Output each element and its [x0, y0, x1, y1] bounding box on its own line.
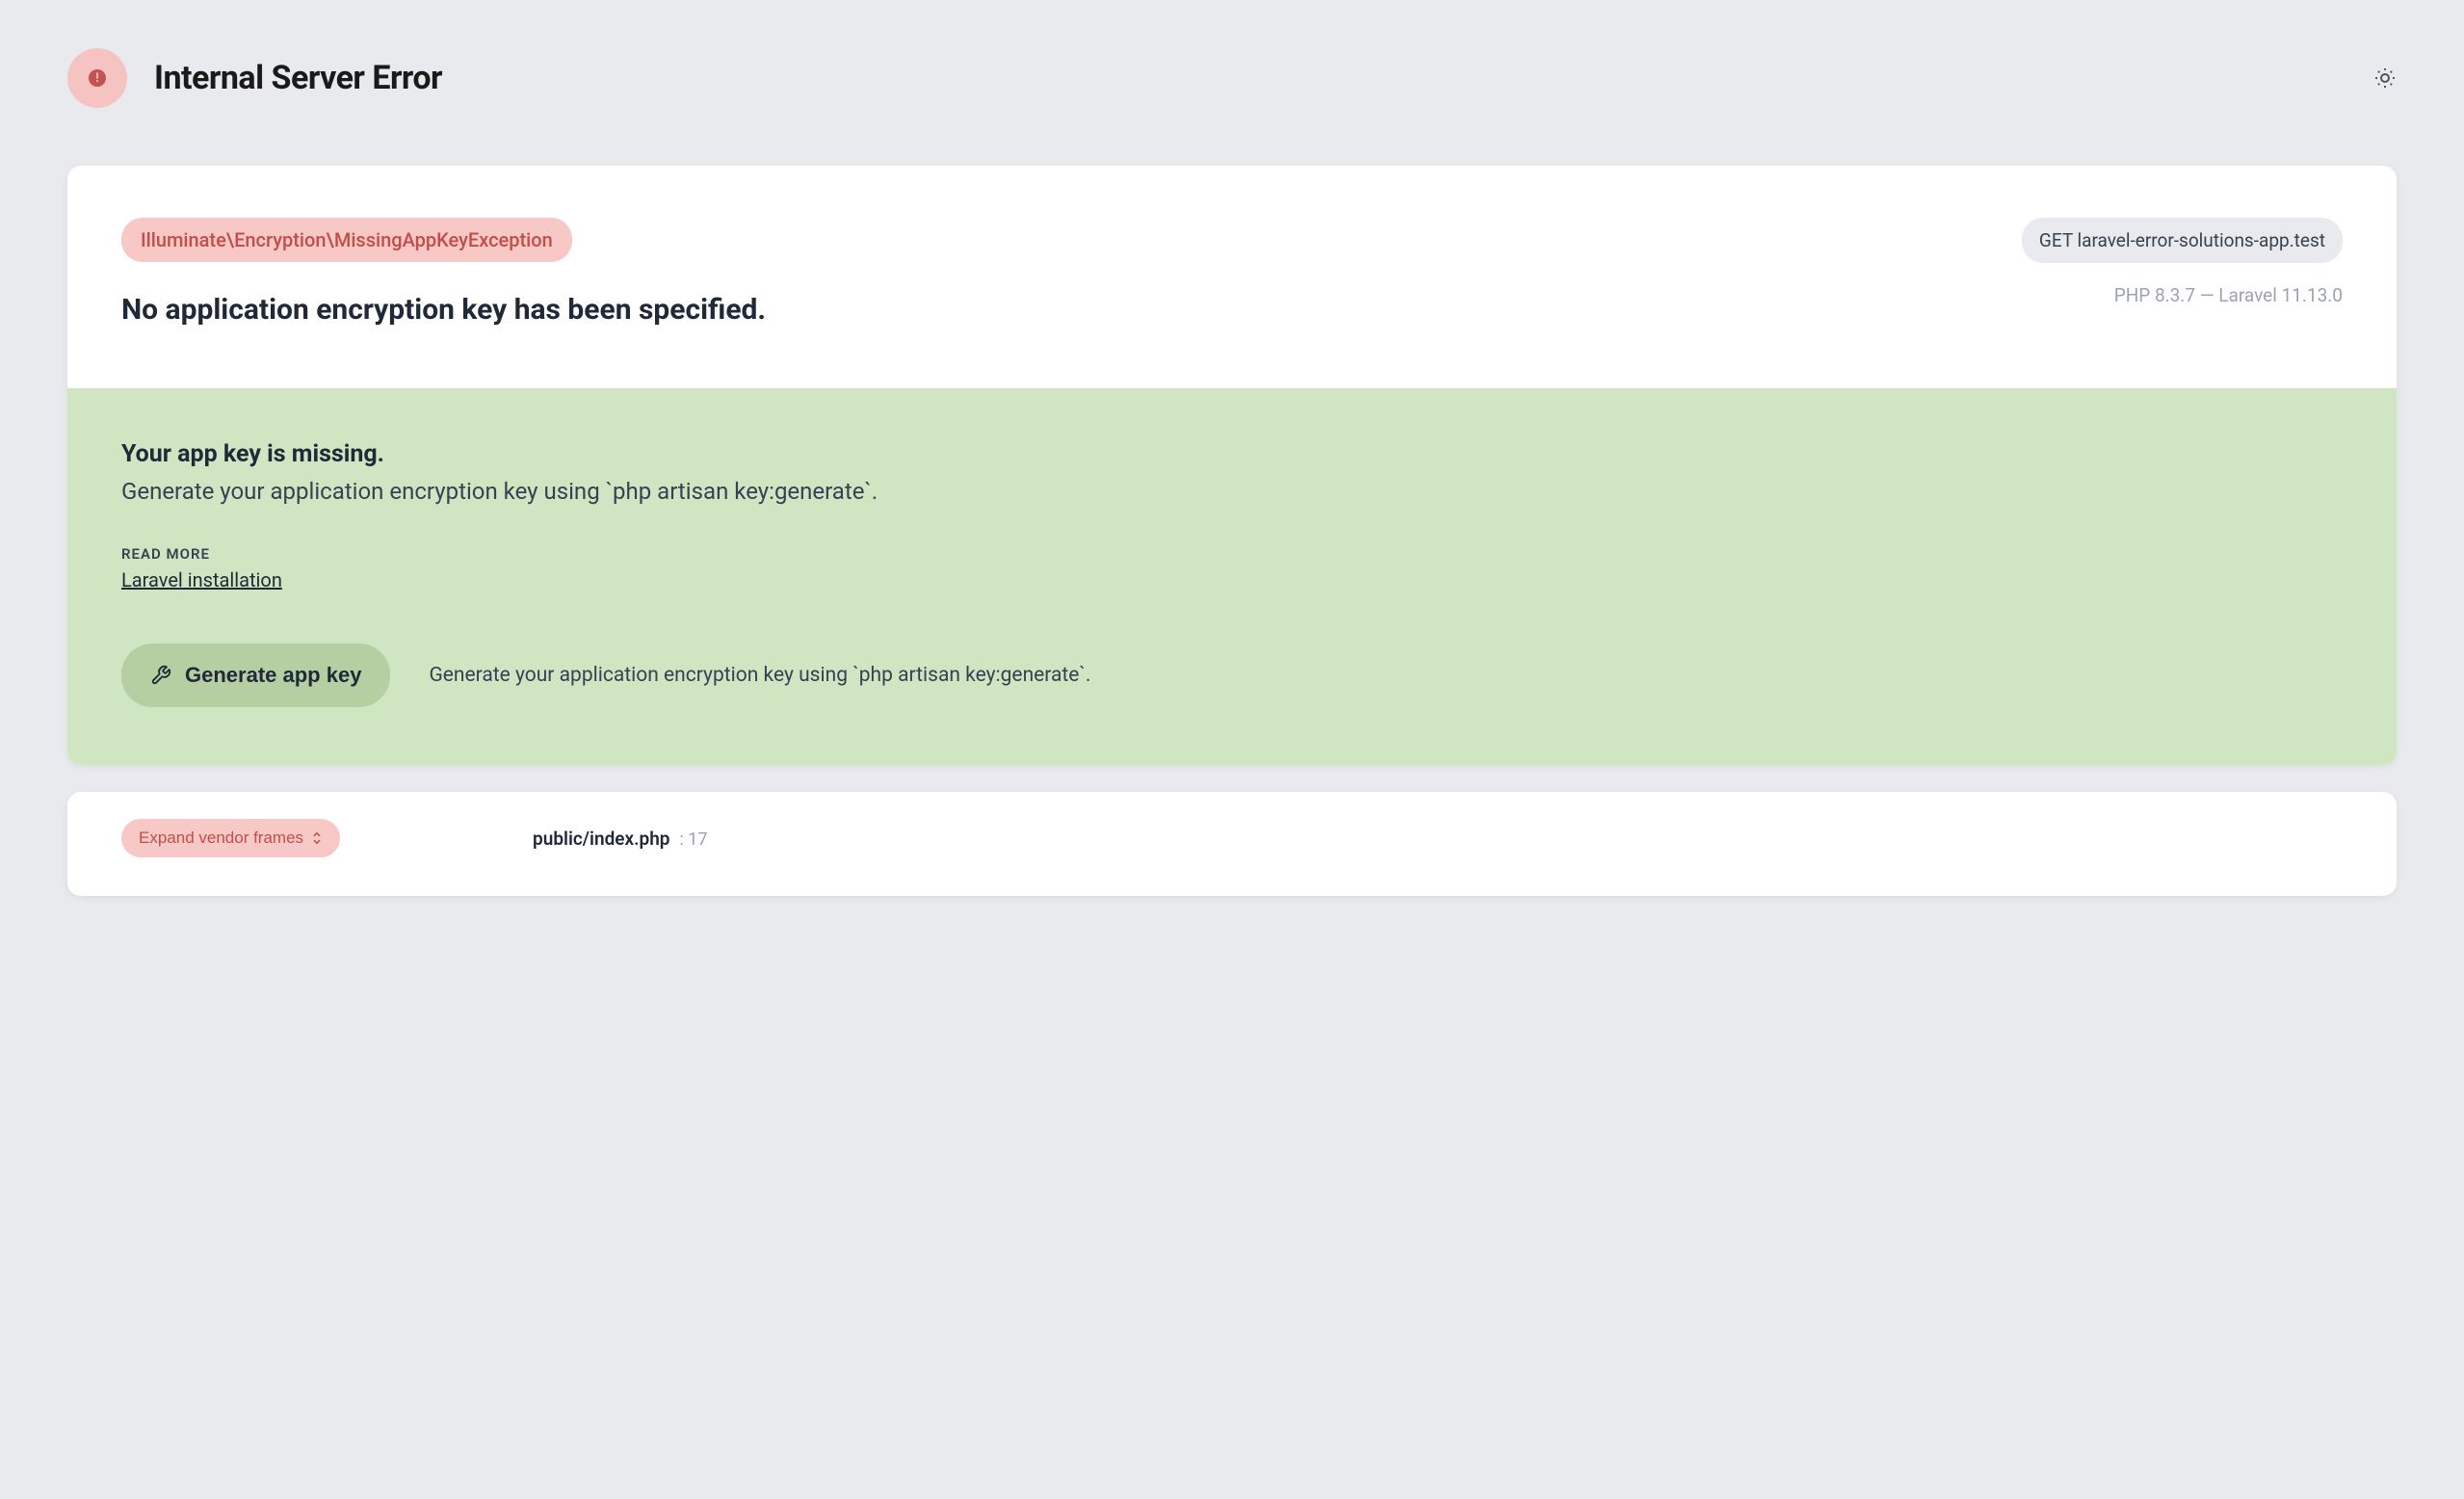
stack-trace-card: Expand vendor frames public/index.php : … [67, 792, 2397, 896]
wrench-icon [150, 665, 171, 686]
main-error-card: Illuminate\Encryption\MissingAppKeyExcep… [67, 166, 2397, 765]
error-icon [67, 48, 127, 108]
read-more-label: READ MORE [121, 545, 2343, 563]
read-more-link[interactable]: Laravel installation [121, 568, 282, 592]
solution-action-row: Generate app key Generate your applicati… [121, 644, 2343, 707]
action-description: Generate your application encryption key… [429, 664, 1090, 687]
solution-title: Your app key is missing. [121, 440, 2343, 468]
theme-toggle-button[interactable] [2373, 66, 2397, 90]
generate-app-key-button[interactable]: Generate app key [121, 644, 390, 707]
exception-class-badge: Illuminate\Encryption\MissingAppKeyExcep… [121, 218, 572, 262]
page-title: Internal Server Error [154, 59, 442, 97]
version-info: PHP 8.3.7 — Laravel 11.13.0 [2114, 284, 2343, 306]
chevron-up-down-icon [311, 831, 323, 845]
solution-panel: Your app key is missing. Generate your a… [67, 388, 2397, 765]
sun-icon [2373, 66, 2397, 90]
expand-vendor-frames-button[interactable]: Expand vendor frames [121, 819, 340, 857]
request-badge: GET laravel-error-solutions-app.test [2022, 218, 2343, 263]
page-header: Internal Server Error [0, 0, 2464, 137]
trace-file-location: public/index.php : 17 [533, 828, 707, 850]
header-left: Internal Server Error [67, 48, 442, 108]
trace-line-number: : 17 [679, 829, 707, 850]
trace-file-path: public/index.php [533, 828, 669, 850]
solution-description: Generate your application encryption key… [121, 478, 2343, 505]
expand-button-label: Expand vendor frames [139, 828, 303, 848]
error-message: No application encryption key has been s… [121, 293, 2022, 327]
error-summary-section: Illuminate\Encryption\MissingAppKeyExcep… [67, 166, 2397, 388]
generate-button-label: Generate app key [185, 663, 361, 688]
